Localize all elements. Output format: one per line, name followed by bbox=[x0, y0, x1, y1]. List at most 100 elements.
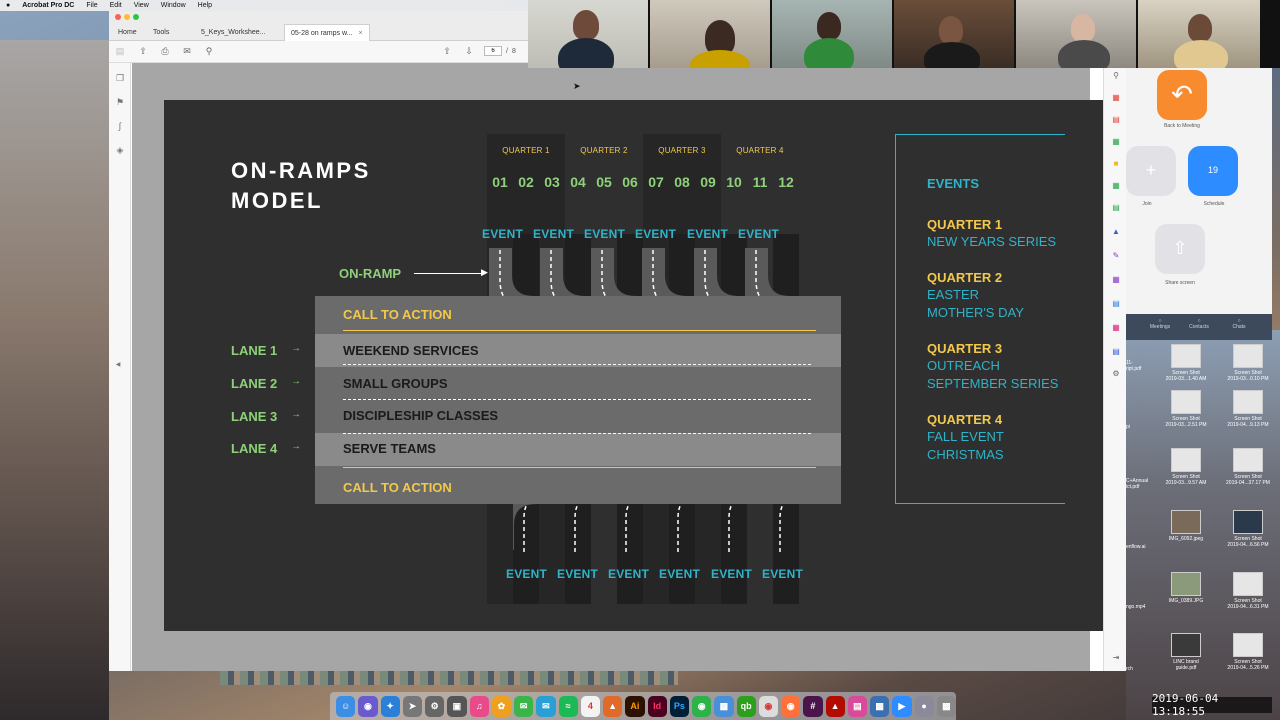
create-pdf-tool-icon[interactable]: ▦ bbox=[1110, 93, 1122, 102]
desktop-file-4[interactable]: Screen Shot 2019-04...9.13 PM bbox=[1218, 390, 1278, 428]
laptop-icon[interactable]: ▤ bbox=[847, 695, 867, 717]
search-icon[interactable]: ⚲ bbox=[203, 46, 215, 57]
desktop-file-8[interactable]: Screen Shot 2019-04...6.56 PM bbox=[1218, 510, 1278, 548]
tab-close-icon[interactable]: × bbox=[358, 30, 362, 37]
desktop-file-5[interactable]: Screen Shot 2019-03...9.57 AM bbox=[1156, 448, 1216, 486]
join-button[interactable]: + bbox=[1126, 146, 1176, 196]
desktop-partial-2[interactable]: pi bbox=[1126, 424, 1146, 430]
quickbooks-icon[interactable]: qb bbox=[736, 695, 756, 717]
menu-view[interactable]: View bbox=[134, 2, 149, 9]
capture-icon[interactable]: ▣ bbox=[447, 695, 467, 717]
send-for-signature-icon[interactable]: ▦ bbox=[1110, 275, 1122, 284]
menu-edit[interactable]: Edit bbox=[110, 2, 122, 9]
safari-icon[interactable]: ✦ bbox=[380, 695, 400, 717]
desktop-file-7[interactable]: IMG_6092.jpeg bbox=[1156, 510, 1216, 542]
minimize-window-button[interactable] bbox=[124, 14, 130, 20]
meetings-tab[interactable]: ○ Meetings bbox=[1140, 318, 1180, 330]
zoom-window-button[interactable] bbox=[133, 14, 139, 20]
screens-icon[interactable]: ▩ bbox=[870, 695, 890, 717]
contacts-tab[interactable]: ○ Contacts bbox=[1179, 318, 1219, 330]
mail-icon[interactable]: ✉ bbox=[536, 695, 556, 717]
firefox-icon[interactable]: ◉ bbox=[781, 695, 801, 717]
desktop-file-10[interactable]: Screen Shot 2019-04...6.31 PM bbox=[1218, 572, 1278, 610]
video-tile-1[interactable] bbox=[528, 0, 648, 68]
video-tile-6[interactable] bbox=[1138, 0, 1260, 68]
page-down-icon[interactable]: ⇩ bbox=[463, 46, 475, 57]
collapse-right-icon[interactable]: ⇥ bbox=[1110, 653, 1122, 662]
desktop-partial-3[interactable]: C+Annual ict.pdf bbox=[1126, 478, 1148, 490]
fill-sign-icon[interactable]: ✎ bbox=[1110, 251, 1122, 260]
menu-window[interactable]: Window bbox=[161, 2, 186, 9]
desktop-partial-1[interactable]: 11- ript.pdf bbox=[1126, 360, 1146, 372]
desktop-partial-5[interactable]: ngo.mp4 bbox=[1126, 604, 1146, 610]
zoom-icon[interactable]: ▶ bbox=[892, 695, 912, 717]
email-icon[interactable]: ✉ bbox=[181, 46, 193, 57]
scan-icon[interactable]: ▤ bbox=[1110, 347, 1122, 356]
share-screen-button[interactable]: ⇧ bbox=[1155, 224, 1205, 274]
finder-icon[interactable]: ☺ bbox=[336, 695, 356, 717]
evernote-icon[interactable]: ◉ bbox=[692, 695, 712, 717]
page-number-input[interactable] bbox=[484, 46, 502, 56]
close-window-button[interactable] bbox=[115, 14, 121, 20]
video-tile-5[interactable] bbox=[1016, 0, 1136, 68]
photoshop-icon[interactable]: Ps bbox=[669, 695, 689, 717]
comment-icon[interactable]: ■ bbox=[1110, 159, 1122, 168]
video-tile-2[interactable] bbox=[650, 0, 770, 68]
share-icon[interactable]: ▤ bbox=[1110, 299, 1122, 308]
combine-files-icon[interactable]: ▤ bbox=[1110, 115, 1122, 124]
music-icon[interactable]: ♫ bbox=[469, 695, 489, 717]
tab-5-keys-worksheet[interactable]: 5_Keys_Workshee... bbox=[195, 24, 281, 41]
siri-icon[interactable]: ◉ bbox=[358, 695, 378, 717]
upload-icon[interactable]: ⇧ bbox=[137, 46, 149, 57]
video-tile-3[interactable] bbox=[772, 0, 892, 68]
indesign-icon[interactable]: Id bbox=[647, 695, 667, 717]
photos-icon[interactable]: ✿ bbox=[491, 695, 511, 717]
desktop-file-3[interactable]: Screen Shot 2019-03...2.51 PM bbox=[1156, 390, 1216, 428]
print-icon[interactable]: ⎙ bbox=[159, 46, 171, 57]
calendar-icon[interactable]: 4 bbox=[580, 695, 600, 717]
back-to-meeting-button[interactable]: ↶ bbox=[1157, 70, 1207, 120]
desktop-file-2[interactable]: Screen Shot 2019-03...0.10 PM bbox=[1218, 344, 1278, 382]
attachment-icon[interactable]: ∫ bbox=[113, 121, 127, 131]
video-tile-4[interactable] bbox=[894, 0, 1014, 68]
desktop-file-11[interactable]: LINC brand guide.pdf bbox=[1156, 633, 1216, 671]
preview-icon[interactable]: ▩ bbox=[714, 695, 734, 717]
illustrator-icon[interactable]: Ai bbox=[625, 695, 645, 717]
desktop-partial-6[interactable]: rch bbox=[1126, 666, 1146, 672]
menubar-app-name[interactable]: Acrobat Pro DC bbox=[22, 2, 74, 9]
desktop-file-9[interactable]: IMG_0389.JPG bbox=[1156, 572, 1216, 604]
tab-on-ramps[interactable]: 05-28 on ramps w... × bbox=[284, 24, 370, 41]
collapse-left-icon[interactable]: ◀ bbox=[111, 361, 125, 368]
acrobat-icon[interactable]: ▲ bbox=[825, 695, 845, 717]
chats-tab[interactable]: ○ Chats bbox=[1219, 318, 1259, 330]
games-icon[interactable]: ● bbox=[914, 695, 934, 717]
prepare-form-icon[interactable]: ▦ bbox=[1110, 323, 1122, 332]
keynote-icon[interactable]: ▲ bbox=[603, 695, 623, 717]
bookmark-icon[interactable]: ⚑ bbox=[113, 97, 127, 108]
protect-icon[interactable]: ▲ bbox=[1110, 227, 1122, 236]
slack-icon[interactable]: # bbox=[803, 695, 823, 717]
pages-icon[interactable]: ❐ bbox=[113, 73, 127, 84]
tab-home[interactable]: Home bbox=[112, 24, 143, 41]
desktop-file-6[interactable]: Screen Shot 2019-04...37.17 PM bbox=[1218, 448, 1278, 486]
edit-pdf-icon[interactable]: ▦ bbox=[1110, 181, 1122, 190]
desktop-partial-4[interactable]: enflow.ai bbox=[1126, 544, 1146, 550]
menu-file[interactable]: File bbox=[86, 2, 97, 9]
launchpad-icon[interactable]: ➤ bbox=[402, 695, 422, 717]
schedule-button[interactable]: 19 bbox=[1188, 146, 1238, 196]
zoom-icon[interactable]: ⚲ bbox=[1110, 71, 1122, 80]
tab-tools[interactable]: Tools bbox=[147, 24, 175, 41]
create-pdf-icon[interactable]: ▤ bbox=[114, 46, 126, 57]
menu-help[interactable]: Help bbox=[198, 2, 212, 9]
desktop-file-12[interactable]: Screen Shot 2019-04...5.26 PM bbox=[1218, 633, 1278, 671]
messages-icon[interactable]: ✉ bbox=[514, 695, 534, 717]
page-up-icon[interactable]: ⇧ bbox=[441, 46, 453, 57]
desktop-file-1[interactable]: Screen Shot 2019-03...1.40 AM bbox=[1156, 344, 1216, 382]
export-pdf-icon[interactable]: ▦ bbox=[1110, 137, 1122, 146]
chrome-icon[interactable]: ◉ bbox=[758, 695, 778, 717]
layers-icon[interactable]: ◈ bbox=[113, 145, 127, 156]
more-tools-icon[interactable]: ⚙ bbox=[1110, 369, 1122, 378]
system-preferences-icon[interactable]: ⚙ bbox=[425, 695, 445, 717]
trash-icon[interactable]: ▩ bbox=[936, 695, 956, 717]
apple-icon[interactable]: ● bbox=[6, 2, 10, 9]
